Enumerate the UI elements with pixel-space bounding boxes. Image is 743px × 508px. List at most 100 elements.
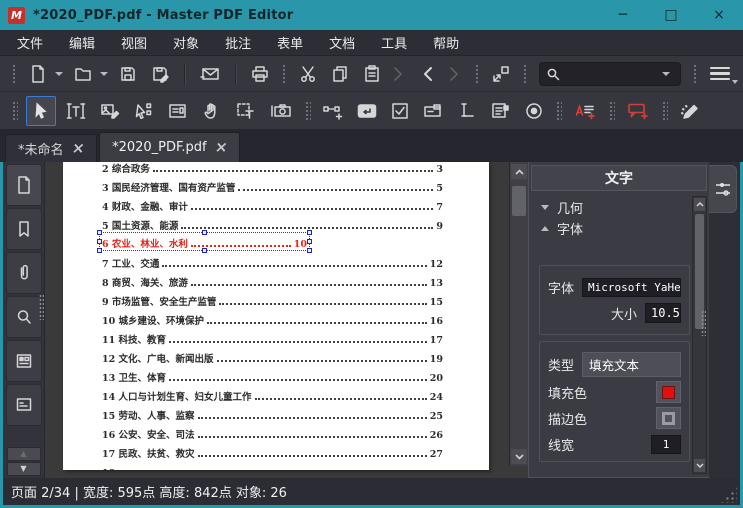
toc-row[interactable]: 2 综合政务 3 [102,162,443,175]
toolbar-grip[interactable] [304,99,311,122]
toc-row[interactable]: 14 人口与计划生育、妇女儿童工作 24 [102,384,443,403]
toc-row[interactable]: 4 财政、金融、审计 7 [102,194,443,213]
minimize-button[interactable]: ─ [599,0,647,30]
toc-row[interactable]: 5 国土资源、能源 9 [102,213,443,232]
selection-handle[interactable] [307,238,312,244]
menu-document[interactable]: 文档 [316,30,368,55]
new-document-button[interactable] [25,61,51,87]
edit-forms-tool-button[interactable] [164,98,192,124]
toc-row[interactable]: 10 城乡建设、环境保护 16 [102,308,443,327]
toc-row[interactable]: 9 市场监管、安全生产监管 15 [102,289,443,308]
section-font[interactable]: 字体 [531,218,707,239]
stroke-color-button[interactable] [656,407,681,429]
sidebar-search-button[interactable] [5,296,42,338]
toc-row[interactable]: 13 卫生、体育 20 [102,365,443,384]
menu-help[interactable]: 帮助 [420,30,472,55]
copy-button[interactable] [327,61,353,87]
note-tool-button[interactable] [353,98,381,124]
edit-text-tool-button[interactable] [62,98,90,124]
toolbar-grip[interactable] [473,62,480,85]
callout-tool-button[interactable] [623,98,653,124]
selection-handle[interactable] [97,248,102,253]
text-type-dropdown[interactable]: 填充文本 [582,352,681,377]
toc-row[interactable]: 11 科技、教育 17 [102,327,443,346]
edit-path-tool-button[interactable] [130,98,158,124]
menu-forms[interactable]: 表单 [264,30,316,55]
checkbox-tool-button[interactable] [387,98,413,124]
toc-row[interactable]: 17 民政、扶贫、救灾 27 [102,441,443,460]
toc-row[interactable]: 12 文化、广电、新闻出版 19 [102,346,443,365]
scroll-thumb[interactable] [512,186,526,216]
sidebar-pages-button[interactable] [5,164,42,206]
maximize-button[interactable]: □ [647,0,695,30]
sidebar-scroll-up-button[interactable]: ▲ [6,447,41,461]
panel-scroll-down-button[interactable] [694,459,705,472]
tab-close-icon[interactable]: × [70,139,85,157]
fill-color-button[interactable] [656,381,681,403]
selection-handle[interactable] [97,238,102,244]
font-size-field[interactable]: 10.5 [645,303,681,323]
open-dropdown[interactable] [99,71,108,76]
cut-button[interactable] [295,61,321,87]
toc-row[interactable]: 18 [102,460,443,470]
close-button[interactable]: × [695,0,743,30]
toc-row[interactable]: 15 劳动、人事、监察 25 [102,403,443,422]
font-name-field[interactable]: Microsoft YaHei [582,277,681,297]
new-document-dropdown[interactable] [54,71,63,76]
hand-tool-button[interactable] [198,98,226,124]
toolbar-grip[interactable] [608,99,615,122]
tab-close-icon[interactable]: × [213,138,228,156]
search-input[interactable] [559,66,662,81]
section-geometry[interactable]: 几何 [531,197,707,218]
save-as-button[interactable] [147,61,173,87]
object-properties-tab[interactable] [709,165,737,213]
print-button[interactable] [247,61,273,87]
select-area-tool-button[interactable] [232,98,260,124]
menu-tools[interactable]: 工具 [368,30,420,55]
sidebar-splitter[interactable] [39,294,44,320]
highlight-text-tool-button[interactable] [570,98,600,124]
menu-edit[interactable]: 编辑 [56,30,108,55]
toolbar-grip[interactable] [692,62,698,85]
tab-2020-pdf[interactable]: *2020_PDF.pdf × [99,132,241,162]
menu-file[interactable]: 文件 [4,30,56,55]
toolbar-grip[interactable] [661,99,668,122]
toolbar-grip[interactable] [11,62,17,85]
selection-handle[interactable] [307,248,312,253]
toolbar-grip[interactable] [521,62,528,85]
toolbar-grip[interactable] [11,99,18,122]
sidebar-attachments-button[interactable] [5,252,42,294]
back-button[interactable] [416,61,438,87]
panel-scroll-up-button[interactable] [694,198,705,211]
search-dropdown[interactable] [662,71,671,76]
menu-annotation[interactable]: 批注 [212,30,264,55]
sidebar-form-fields-button[interactable] [5,340,42,382]
eraser-tool-button[interactable] [676,98,704,124]
save-button[interactable] [115,61,141,87]
scroll-down-button[interactable] [511,449,527,464]
scroll-up-button[interactable] [511,164,527,179]
fit-page-button[interactable] [488,61,514,87]
menu-object[interactable]: 对象 [160,30,212,55]
toc-row[interactable]: 8 商贸、海关、旅游 13 [102,270,443,289]
main-menu-button[interactable] [707,63,738,85]
sidebar-comments-button[interactable] [5,384,42,426]
panel-splitter[interactable] [701,310,706,336]
list-box-tool-button[interactable] [487,98,515,124]
selection-handle[interactable] [307,230,312,235]
sidebar-bookmarks-button[interactable] [5,208,42,250]
sidebar-scroll-down-button[interactable]: ▼ [6,462,41,476]
radio-button-tool-button[interactable] [521,98,547,124]
toc-row[interactable]: 3 国民经济管理、国有资产监管 5 [102,175,443,194]
document-scrollbar[interactable] [509,162,528,466]
tab-untitled[interactable]: *未命名 × [5,134,98,162]
open-button[interactable] [70,61,96,87]
text-field-tool-button[interactable] [453,98,481,124]
toc-row[interactable]: 7 工业、交通 12 [102,251,443,270]
selection-handle[interactable] [97,230,102,235]
toolbar-grip[interactable] [280,62,287,85]
search-box[interactable] [538,61,682,86]
menu-view[interactable]: 视图 [108,30,160,55]
window-resize-grip[interactable] [720,486,737,503]
link-tool-button[interactable] [319,98,347,124]
